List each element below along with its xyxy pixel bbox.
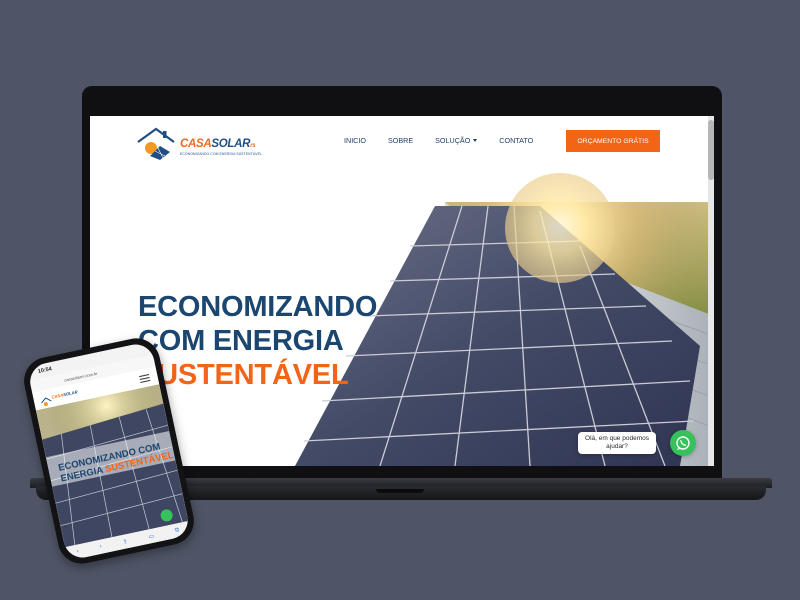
- whatsapp-button[interactable]: [670, 430, 696, 456]
- logo-wordmark: CASASOLARrs: [180, 138, 256, 150]
- phone-logo[interactable]: CASASOLAR: [39, 389, 78, 407]
- back-icon[interactable]: ‹: [76, 549, 79, 555]
- phone-hero: ECONOMIZANDO COM ENERGIA SUSTENTÁVEL: [35, 384, 189, 548]
- phone-logo-wordmark: CASASOLAR: [51, 389, 79, 400]
- nav-item-sobre[interactable]: SOBRE: [388, 136, 413, 145]
- phone-clock: 10:54: [37, 366, 53, 375]
- hero-headline: ECONOMIZANDO COM ENERGIA SUSTENTÁVEL: [138, 291, 378, 391]
- scrollbar-thumb[interactable]: [708, 120, 714, 180]
- site-logo[interactable]: CASASOLARrs ECONOMIZANDO COM ENERGIA SUS…: [136, 126, 266, 160]
- page-scrollbar[interactable]: [708, 116, 714, 466]
- house-logo-icon: [137, 127, 175, 160]
- nav-item-contato[interactable]: CONTATO: [499, 136, 533, 145]
- logo-tagline: ECONOMIZANDO COM ENERGIA SUSTENTÁVEL: [180, 152, 262, 156]
- hamburger-menu-icon[interactable]: [139, 374, 151, 383]
- forward-icon[interactable]: ›: [99, 544, 102, 550]
- chevron-down-icon: [473, 139, 478, 142]
- nav-item-solucao[interactable]: SOLUÇÃO: [435, 136, 478, 145]
- chat-prompt[interactable]: Olá, em que podemos ajudar?: [578, 432, 656, 454]
- laptop-notch: [376, 489, 424, 493]
- bookmarks-icon[interactable]: ▭: [148, 532, 155, 540]
- nav-item-inicio[interactable]: INICIO: [344, 136, 366, 145]
- quote-button[interactable]: ORÇAMENTO GRÁTIS: [566, 130, 660, 152]
- main-nav: INICIO SOBRE SOLUÇÃO CONTATO: [344, 136, 555, 145]
- whatsapp-icon: [676, 436, 690, 450]
- laptop-screen: CASASOLARrs ECONOMIZANDO COM ENERGIA SUS…: [90, 116, 714, 466]
- share-icon[interactable]: ⇪: [122, 538, 128, 546]
- site-header: CASASOLARrs ECONOMIZANDO COM ENERGIA SUS…: [90, 116, 714, 166]
- tabs-icon[interactable]: ⧉: [174, 527, 180, 535]
- hero-section: ECONOMIZANDO COM ENERGIA SUSTENTÁVEL: [90, 166, 714, 466]
